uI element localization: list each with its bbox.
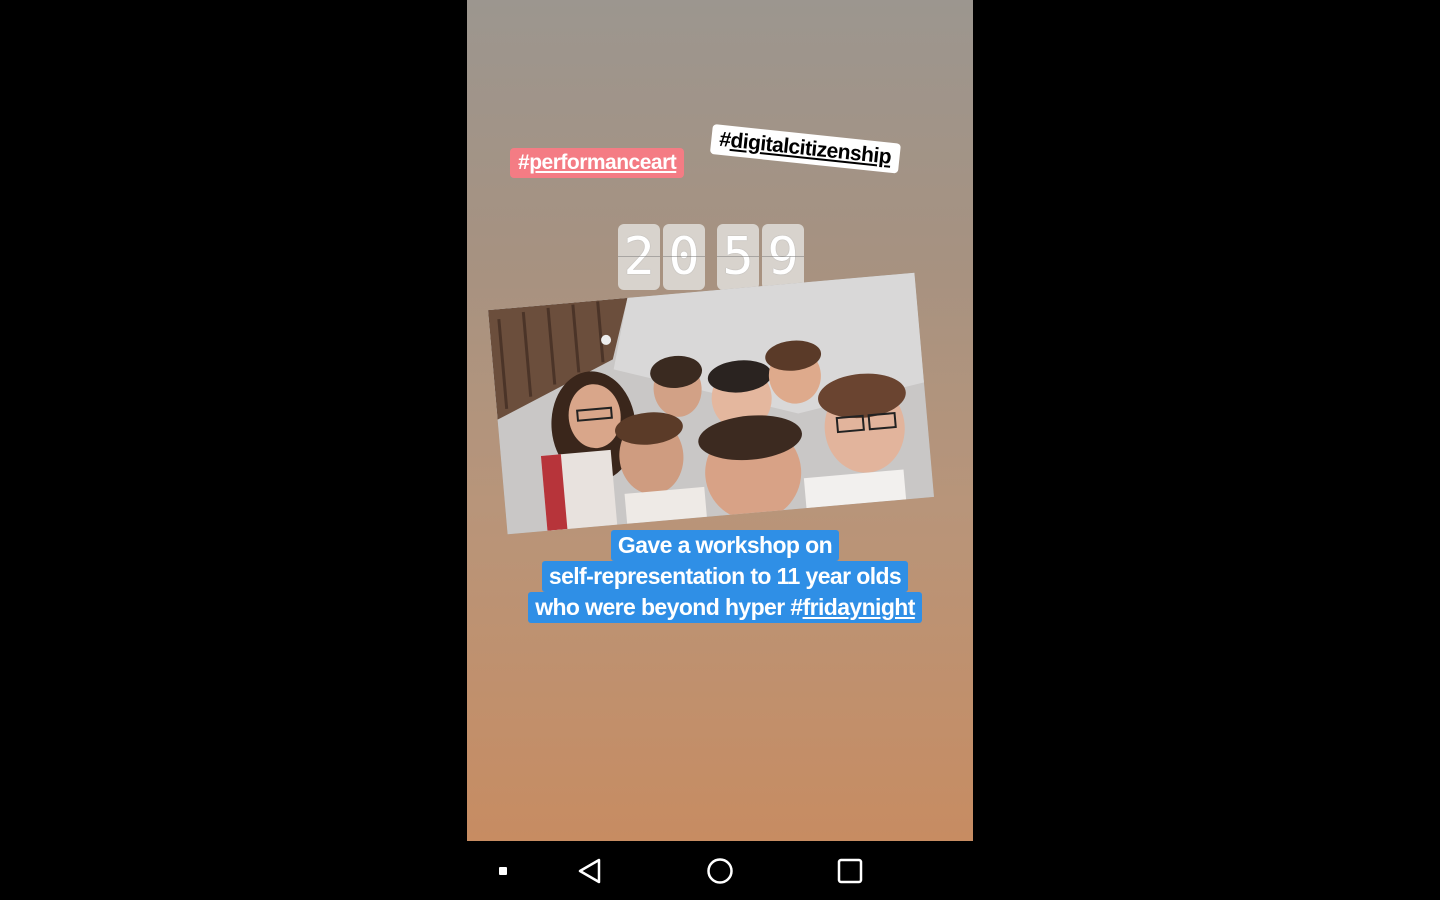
home-icon[interactable] [702,853,738,889]
android-nav-bar [467,841,973,900]
group-selfie-photo[interactable] [488,272,934,535]
back-icon[interactable] [572,853,608,889]
countdown-hours: 2 0 [618,224,705,290]
countdown-digit: 0 [663,224,705,290]
caption-text-block[interactable]: Gave a workshop on self-representation t… [509,530,941,623]
caption-line-3: who were beyond hyper #fridaynight [528,592,922,623]
caption-line-1: Gave a workshop on [610,530,840,561]
countdown-digit: 9 [762,224,804,290]
hashtag-performanceart[interactable]: #performanceart [510,148,685,178]
countdown-sticker[interactable]: 2 0 5 9 [618,224,816,290]
hashtag-symbol: # [518,151,530,174]
countdown-minutes: 5 9 [717,224,804,290]
story-canvas[interactable]: #performanceart #digitalcitizenship 2 0 … [467,0,973,841]
hashtag-text: performanceart [529,151,677,174]
caption-line-3-prefix: who were beyond hyper # [535,594,803,620]
hashtag-digitalcitizenship[interactable]: #digitalcitizenship [709,124,901,174]
device-screen: #performanceart #digitalcitizenship 2 0 … [0,0,1440,900]
hashtag-fridaynight[interactable]: fridaynight [803,594,916,620]
hashtag-text: digitalcitizenship [729,128,893,169]
dot-icon[interactable] [485,853,521,889]
recents-icon[interactable] [832,853,868,889]
caption-line-2: self-representation to 11 year olds [541,561,909,592]
photo-illustration [488,272,934,535]
countdown-digit: 5 [717,224,759,290]
countdown-digit: 2 [618,224,660,290]
